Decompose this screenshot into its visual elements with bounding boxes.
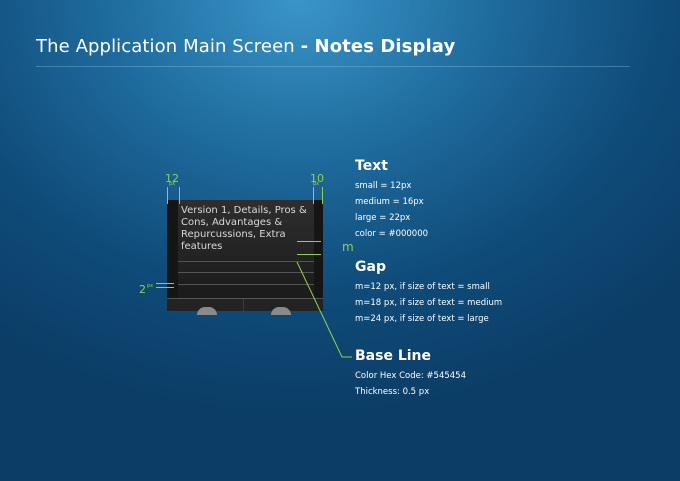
gap-small: m=12 px, if size of text = small <box>355 282 490 292</box>
base-line-heading: Base Line <box>355 348 432 364</box>
gap-heading: Gap <box>355 259 386 275</box>
gap-large: m=24 px, if size of text = large <box>355 314 489 324</box>
base-line-thickness: Thickness: 0.5 px <box>355 387 430 397</box>
text-heading: Text <box>355 158 388 174</box>
text-color: color = #000000 <box>355 229 429 239</box>
text-size-large: large = 22px <box>355 213 411 223</box>
gap-medium: m=18 px, if size of text = medium <box>355 298 503 308</box>
text-size-medium: medium = 16px <box>355 197 424 207</box>
base-line-color: Color Hex Code: #545454 <box>355 371 466 381</box>
text-size-small: small = 12px <box>355 181 412 191</box>
base-line-leader <box>296 261 352 358</box>
